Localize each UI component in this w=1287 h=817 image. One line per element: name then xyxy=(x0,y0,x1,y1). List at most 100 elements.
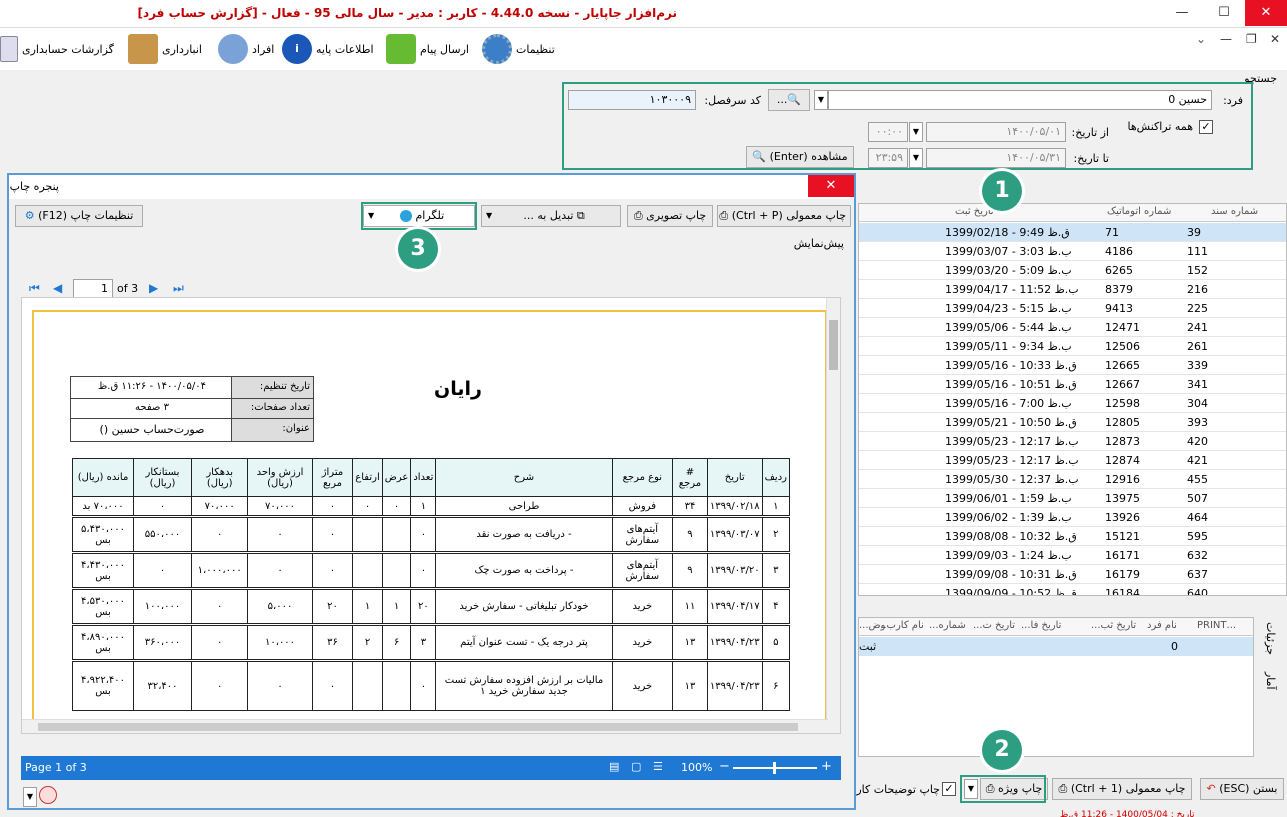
zoom-in-button[interactable]: + xyxy=(821,759,832,774)
table-row[interactable]: 39 71 1399/02/18 - 9:49 ق.ظ xyxy=(859,223,1286,242)
print-desc-label: چاپ توضیحات کار xyxy=(856,783,940,796)
to-date-dropdown[interactable]: ▼ xyxy=(909,148,923,168)
code-field[interactable]: ۱۰۳۰۰۰۹ xyxy=(568,90,696,110)
zoom-slider[interactable] xyxy=(733,762,817,774)
table-row[interactable]: 464 13926 1399/06/02 - 1:39 ب.ظ xyxy=(859,508,1286,527)
person-search-button[interactable]: 🔍... xyxy=(768,89,810,111)
cell-date: 1399/05/21 - 10:50 ق.ظ xyxy=(945,416,1077,429)
from-time-field[interactable]: ۰۰:۰۰ xyxy=(868,122,908,142)
header-person: نام فرد xyxy=(1147,620,1177,631)
gear-icon xyxy=(482,34,512,64)
toolbar-persons[interactable]: افراد xyxy=(218,32,274,66)
table-row[interactable]: 507 13975 1399/06/01 - 1:59 ب.ظ xyxy=(859,489,1286,508)
cell-date: 1399/05/16 - 7:00 ب.ظ xyxy=(945,397,1072,410)
table-row[interactable]: 595 15121 1399/08/08 - 10:32 ق.ظ xyxy=(859,527,1286,546)
print-desc-checkbox[interactable]: ✓ xyxy=(942,782,956,796)
toolbar-warehouse[interactable]: انبارداری xyxy=(128,32,202,66)
view-multi-icon[interactable]: ☰ xyxy=(653,760,663,773)
print-settings-button[interactable]: تنظیمات چاپ (F12) ⚙ xyxy=(15,205,143,227)
report-preview[interactable]: تاریخ تنظیم: ۱۴۰۰/۰۵/۰۴ - ۱۱:۲۶ ق.ظ تعدا… xyxy=(21,297,841,734)
toolbar-settings[interactable]: تنظیمات xyxy=(482,32,555,66)
scrollbar-thumb[interactable] xyxy=(829,320,838,370)
scrollbar-thumb[interactable] xyxy=(38,723,798,731)
inner-minimize-button[interactable]: — xyxy=(1220,32,1232,46)
cell-auto: 12805 xyxy=(1105,416,1140,429)
help-icon[interactable] xyxy=(39,786,57,804)
toolbar-base-info[interactable]: اطلاعات پایه i xyxy=(282,32,374,66)
tab-stats[interactable]: آمار xyxy=(1264,672,1277,690)
table-row[interactable]: 241 12471 1399/05/06 - 5:44 ب.ظ xyxy=(859,318,1286,337)
print-window-title: پنجره چاپ xyxy=(9,180,59,193)
page-number-input[interactable]: 1 xyxy=(73,279,113,299)
documents-grid[interactable]: شماره سند شماره اتوماتیک تاریخ ثبت 39 71 1… xyxy=(858,203,1287,596)
table-row[interactable]: 632 16171 1399/09/03 - 1:24 ب.ظ xyxy=(859,546,1286,565)
table-row[interactable]: 455 12916 1399/05/30 - 12:37 ب.ظ xyxy=(859,470,1286,489)
report-cell: ۳۶ xyxy=(311,623,354,661)
table-row[interactable]: 111 4186 1399/03/07 - 3:03 ب.ظ xyxy=(859,242,1286,261)
report-cell: ۵،۴۳۰،۰۰۰ بس xyxy=(71,515,135,553)
toolbar-send-message[interactable]: ارسال پیام xyxy=(386,32,469,66)
preview-scrollbar-v[interactable] xyxy=(826,298,840,733)
print-normal-button[interactable]: چاپ معمولی (Ctrl + P) ⎙ xyxy=(717,205,851,227)
cell-date: 1399/02/18 - 9:49 ق.ظ xyxy=(945,226,1070,239)
convert-button[interactable]: ⧉ تبدیل به ... ▼ xyxy=(481,205,621,227)
print-image-button[interactable]: چاپ تصویری ⎙ xyxy=(627,205,713,227)
to-date-field[interactable]: ۱۴۰۰/۰۵/۳۱ xyxy=(926,148,1066,168)
print-window-close-button[interactable]: ✕ xyxy=(808,175,854,197)
to-time-field[interactable]: ۲۳:۵۹ xyxy=(868,148,908,168)
normal-print-button[interactable]: چاپ معمولی (Ctrl + 1) ⎙ xyxy=(1052,778,1192,800)
zoom-slider-thumb[interactable] xyxy=(773,762,776,774)
preview-scrollbar-h[interactable] xyxy=(22,719,828,733)
view-page-icon[interactable]: ▢ xyxy=(631,760,641,773)
table-row[interactable]: 640 16184 1399/09/09 - 10:52 ق.ظ xyxy=(859,584,1286,595)
close-button[interactable]: ✕ xyxy=(1245,0,1287,26)
table-row[interactable]: 341 12667 1399/05/16 - 10:51 ق.ظ xyxy=(859,375,1286,394)
zoom-out-button[interactable]: − xyxy=(719,759,730,774)
report-cell: مالیات بر ارزش افزوده سفارش تست جدید سفا… xyxy=(435,659,613,711)
view-button[interactable]: مشاهده (Enter) 🔍 xyxy=(746,146,854,168)
table-row[interactable]: 261 12506 1399/05/11 - 9:34 ب.ظ xyxy=(859,337,1286,356)
report-cell: خرید xyxy=(611,659,674,711)
table-row[interactable]: 304 12598 1399/05/16 - 7:00 ب.ظ xyxy=(859,394,1286,413)
printer-icon: ⎙ xyxy=(1058,782,1068,795)
table-row[interactable]: 216 8379 1399/04/17 - 11:52 ب.ظ xyxy=(859,280,1286,299)
report-date-label: تاریخ تنظیم: xyxy=(231,377,313,399)
chevron-down-icon[interactable]: ⌄ xyxy=(1196,32,1206,46)
table-row[interactable]: 420 12873 1399/05/23 - 12:17 ب.ظ xyxy=(859,432,1286,451)
table-row[interactable]: 339 12665 1399/05/16 - 10:33 ق.ظ xyxy=(859,356,1286,375)
table-row[interactable]: 393 12805 1399/05/21 - 10:50 ق.ظ xyxy=(859,413,1286,432)
report-cell: ۰ xyxy=(311,515,354,553)
footer-dropdown[interactable]: ▼ xyxy=(23,787,37,807)
all-transactions-checkbox[interactable]: ✓ xyxy=(1199,120,1213,134)
from-date-field[interactable]: ۱۴۰۰/۰۵/۰۱ xyxy=(926,122,1066,142)
cell-doc: 637 xyxy=(1187,568,1208,581)
first-page-icon[interactable]: ⏮ xyxy=(29,281,40,296)
table-row[interactable]: 0 ثبت xyxy=(859,637,1253,656)
cell-date: 1399/05/23 - 12:17 ب.ظ xyxy=(945,435,1079,448)
close-esc-button[interactable]: بستن (ESC) ↶ xyxy=(1200,778,1284,800)
from-date-dropdown[interactable]: ▼ xyxy=(909,122,923,142)
person-field[interactable]: حسین 0 xyxy=(828,90,1212,110)
report-cell: ۰ xyxy=(247,551,313,589)
maximize-button[interactable]: ☐ xyxy=(1203,0,1245,26)
cell-auto: 71 xyxy=(1105,226,1119,239)
tab-details[interactable]: جزئیات xyxy=(1264,622,1277,655)
prev-page-icon[interactable]: ◀ xyxy=(53,281,62,295)
minimize-button[interactable]: — xyxy=(1161,0,1203,26)
table-row[interactable]: 637 16179 1399/09/08 - 10:31 ق.ظ xyxy=(859,565,1286,584)
person-dropdown[interactable]: ▼ xyxy=(814,90,828,110)
last-page-icon[interactable]: ⏭ xyxy=(173,281,184,296)
table-row[interactable]: 421 12874 1399/05/23 - 12:17 ب.ظ xyxy=(859,451,1286,470)
table-row[interactable]: 225 9413 1399/04/23 - 5:15 ب.ظ xyxy=(859,299,1286,318)
next-page-icon[interactable]: ▶ xyxy=(149,281,158,295)
box-icon xyxy=(128,34,158,64)
toolbar-accounting-reports[interactable]: گزارشات حسابداری xyxy=(0,32,114,66)
inner-close-button[interactable]: ✕ xyxy=(1270,32,1280,46)
report-cell: ۰ xyxy=(190,623,249,661)
view-single-icon[interactable]: ▤ xyxy=(609,760,619,773)
cell-doc: 341 xyxy=(1187,378,1208,391)
details-grid[interactable]: ...PRINT نام فرد تاریخ ثب... تاریخ فا...… xyxy=(858,617,1254,757)
table-row[interactable]: 152 6265 1399/03/20 - 5:09 ب.ظ xyxy=(859,261,1286,280)
report-cell: ۱۳۹۹/۰۳/۰۷ xyxy=(706,515,763,553)
inner-restore-button[interactable]: ❐ xyxy=(1246,32,1257,46)
